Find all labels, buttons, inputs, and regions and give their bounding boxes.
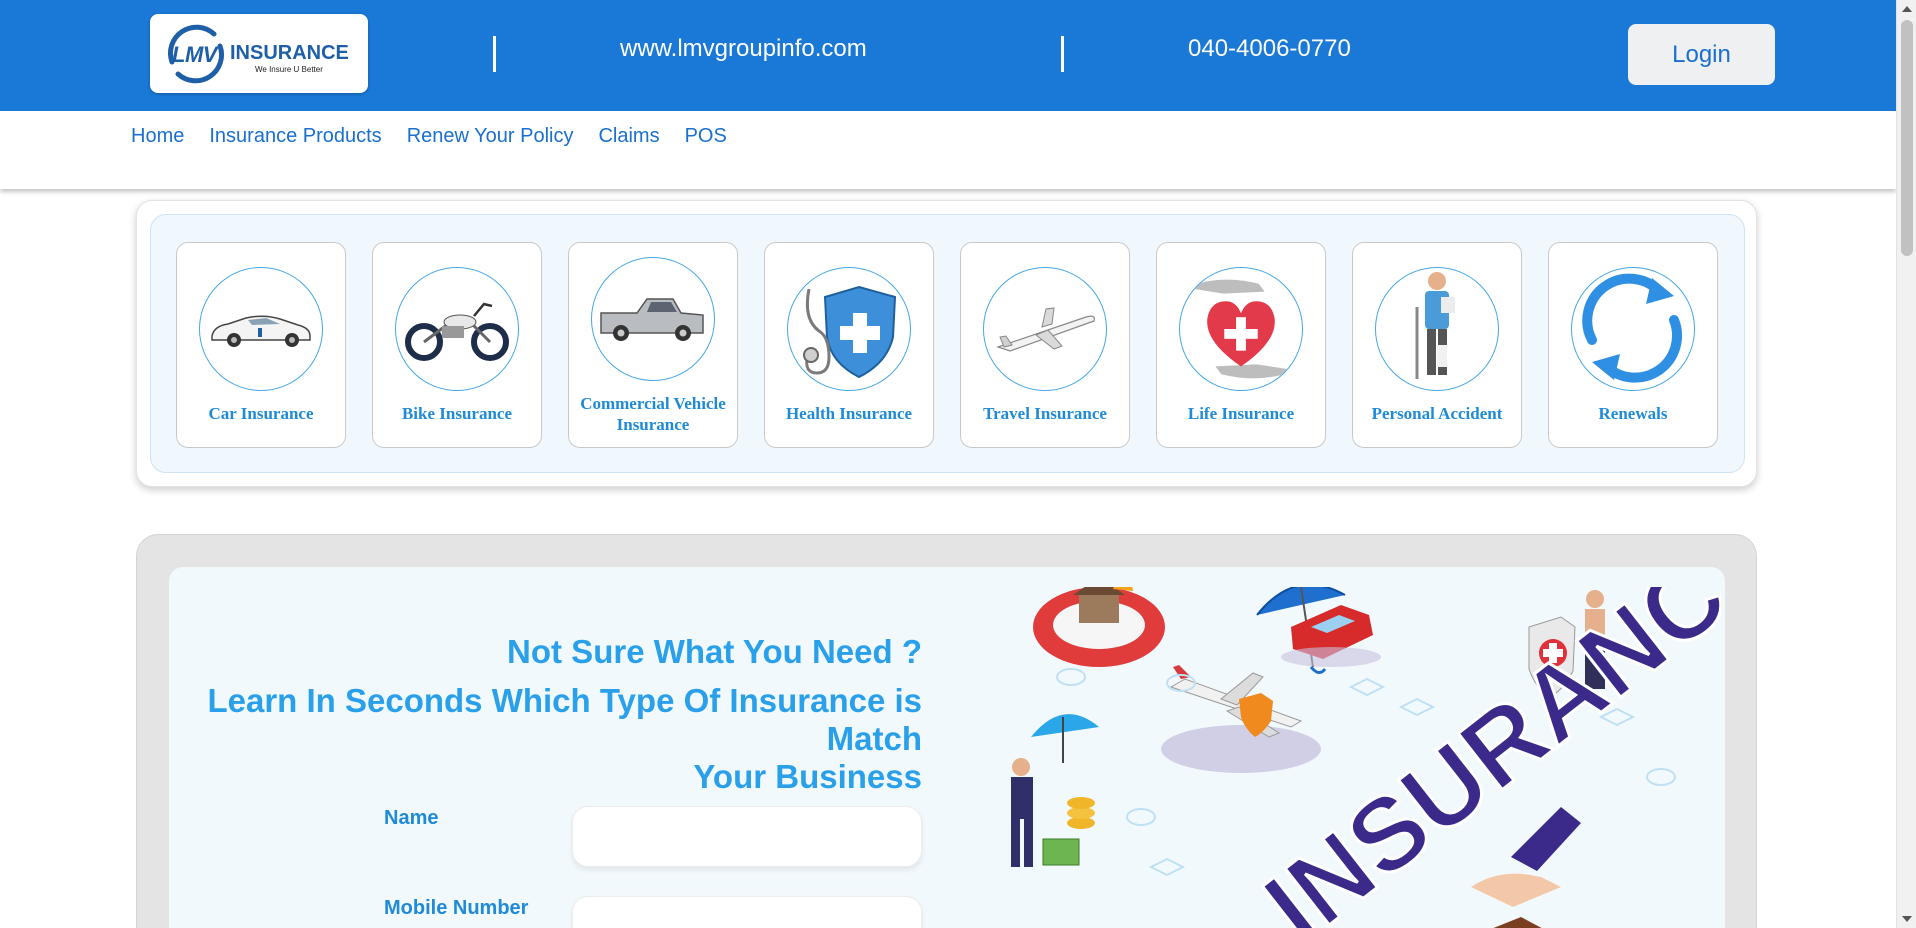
nav-insurance-products[interactable]: Insurance Products [209,125,381,148]
nav-claims[interactable]: Claims [598,125,659,148]
motorcycle-icon [395,267,519,391]
product-label: Car Insurance [208,404,314,423]
phone-number[interactable]: 040-4006-0770 [1188,35,1351,63]
airplane-icon [983,267,1107,391]
injured-person-icon [1375,267,1499,391]
scrollbar-thumb[interactable] [1901,20,1913,256]
product-label: Life Insurance [1187,404,1295,423]
insurance-products-panel: Car Insurance Bike Insurance Commercial … [136,200,1757,487]
page-scrollbar[interactable] [1896,0,1916,928]
finder-panel: Not Sure What You Need ? Learn In Second… [169,567,1725,928]
website-url[interactable]: www.lmvgroupinfo.com [620,35,867,63]
product-label: Personal Accident [1371,404,1503,423]
nav-pos[interactable]: POS [685,125,727,148]
businessman-umbrella-icon [1011,714,1099,867]
product-card-personal-accident[interactable]: Personal Accident [1352,242,1522,448]
product-card-car[interactable]: Car Insurance [176,242,346,448]
lifebuoy-house-icon [1033,587,1165,667]
hero-subtitle: Learn In Seconds Which Type Of Insurance… [169,682,922,796]
scroll-up-arrow-icon[interactable] [1902,6,1912,12]
mobile-number-input[interactable] [572,896,922,928]
name-input[interactable] [572,806,922,867]
stethoscope-shield-icon [787,267,911,391]
umbrella-car-icon [1256,587,1381,674]
product-label: Travel Insurance [983,404,1107,423]
name-field-label: Name [384,807,439,829]
hero-subtitle-line: Learn In Seconds Which Type Of Insurance… [207,682,922,757]
logo-tagline: We Insure U Better [255,65,323,74]
company-logo[interactable]: LMV INSURANCE We Insure U Better [150,14,368,93]
header-divider [493,36,496,72]
pickup-truck-icon [591,257,715,381]
product-label: Renewals [1598,404,1668,423]
mobile-field-label: Mobile Number [384,897,529,919]
product-label: Health Insurance [785,404,913,423]
airplane-shield-icon [1161,665,1321,773]
nav-renew-policy[interactable]: Renew Your Policy [407,125,574,148]
product-label: Bike Insurance [401,404,513,423]
product-card-commercial-vehicle[interactable]: Commercial Vehicle Insurance [568,242,738,448]
header-divider [1061,36,1064,72]
product-card-health[interactable]: Health Insurance [764,242,934,448]
top-header-bar: LMV INSURANCE We Insure U Better www.lmv… [0,0,1896,111]
hero-subtitle-line: Your Business [693,758,922,795]
hero-title: Not Sure What You Need ? [507,633,922,670]
product-card-bike[interactable]: Bike Insurance [372,242,542,448]
product-card-travel[interactable]: Travel Insurance [960,242,1130,448]
scroll-down-arrow-icon[interactable] [1902,916,1912,922]
product-card-renewals[interactable]: Renewals [1548,242,1718,448]
login-button[interactable]: Login [1628,24,1775,85]
heart-cross-icon [1179,267,1303,391]
insurance-illustration: INSURANCE [1011,587,1721,928]
main-navigation: Home Insurance Products Renew Your Polic… [0,111,1896,189]
car-icon [199,267,323,391]
product-label: Commercial Vehicle Insurance [580,394,726,434]
products-grid: Car Insurance Bike Insurance Commercial … [150,214,1745,473]
nav-home[interactable]: Home [131,125,184,148]
logo-brand-text: LMV [172,42,217,67]
product-card-life[interactable]: Life Insurance [1156,242,1326,448]
renew-arrows-icon [1571,267,1695,391]
insurance-finder-section: Not Sure What You Need ? Learn In Second… [136,534,1757,928]
logo-name-text: INSURANCE [230,42,349,64]
